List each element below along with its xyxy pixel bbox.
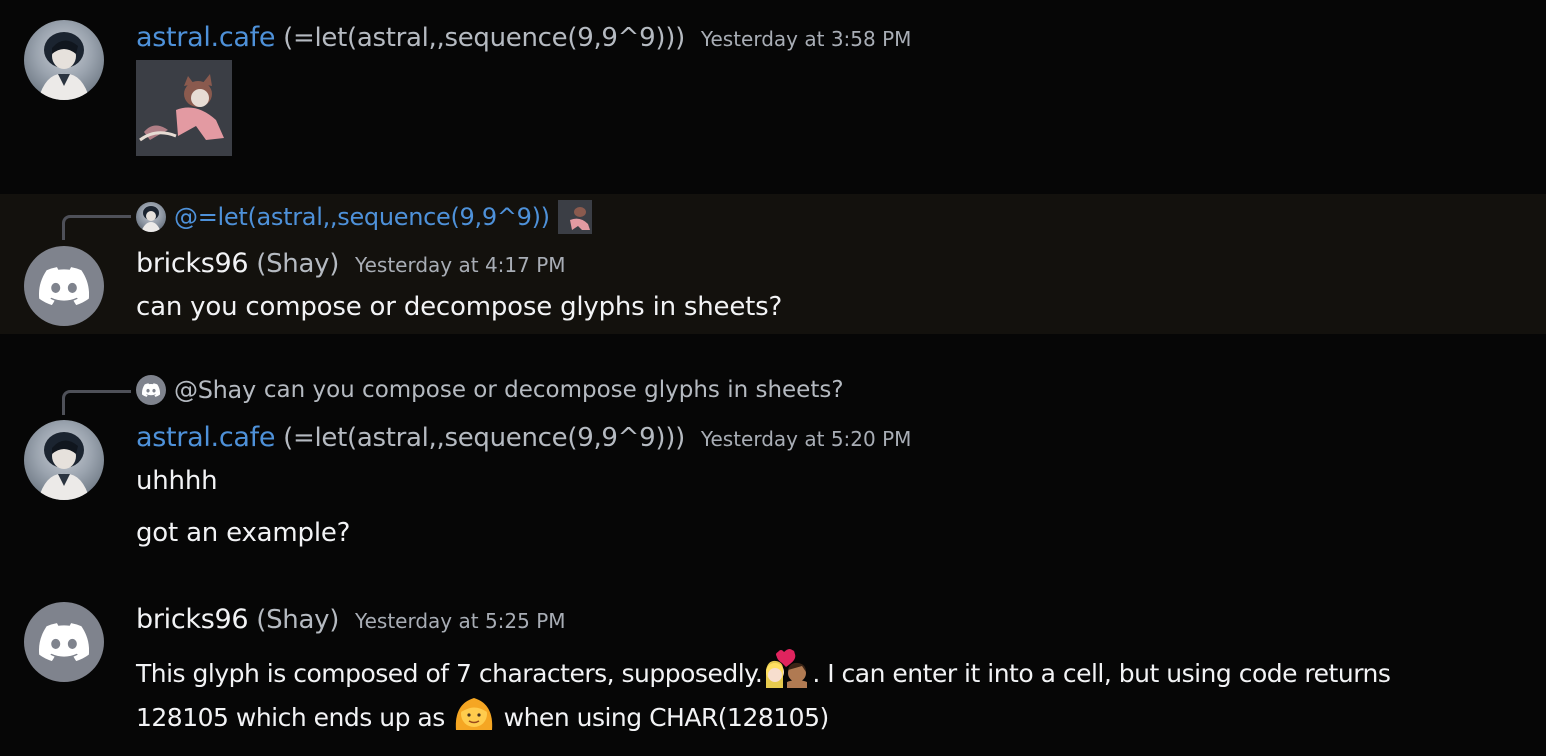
- discord-logo-icon: [39, 267, 89, 305]
- reply-mention[interactable]: @Shay: [174, 376, 256, 404]
- reply-thumbnail-image: [557, 200, 592, 234]
- reply-avatar: [136, 375, 166, 405]
- message-2: @=let(astral,,sequence(9,9^9)) bricks96 …: [0, 194, 1546, 334]
- text-segment: This glyph is composed of 7 characters, …: [136, 659, 763, 688]
- nickname: (=let(astral,,sequence(9,9^9))): [283, 23, 685, 53]
- user-avatar[interactable]: [24, 20, 104, 100]
- discord-logo-icon: [142, 383, 160, 397]
- user-avatar[interactable]: [24, 246, 104, 326]
- message-text: got an example?: [136, 518, 351, 548]
- discord-logo-icon: [39, 623, 89, 661]
- timestamp[interactable]: Yesterday at 4:17 PM: [355, 253, 566, 277]
- username[interactable]: astral.cafe: [136, 422, 275, 453]
- woman-emoji-icon: [452, 692, 496, 738]
- reply-connector: [62, 215, 131, 240]
- reply-connector: [62, 390, 131, 415]
- reply-mention[interactable]: @=let(astral,,sequence(9,9^9)): [174, 203, 550, 231]
- message-3: @Shay can you compose or decompose glyph…: [0, 366, 1546, 556]
- username[interactable]: bricks96: [136, 604, 249, 635]
- timestamp[interactable]: Yesterday at 5:25 PM: [355, 609, 566, 633]
- text-segment: when using CHAR(128105): [503, 703, 830, 732]
- user-avatar[interactable]: [24, 420, 104, 500]
- message-text-line-2: 128105 which ends up as when using CHAR(…: [136, 692, 829, 738]
- message-1: astral.cafe (=let(astral,,sequence(9,9^9…: [0, 0, 1546, 185]
- user-avatar[interactable]: [24, 602, 104, 682]
- reply-preview[interactable]: @=let(astral,,sequence(9,9^9)): [136, 200, 592, 234]
- reply-text: can you compose or decompose glyphs in s…: [263, 377, 844, 403]
- attachment-image[interactable]: [136, 60, 232, 156]
- nickname: (Shay): [256, 605, 340, 635]
- message-text-line-1: This glyph is composed of 7 characters, …: [136, 648, 1391, 694]
- text-segment: . I can enter it into a cell, but using …: [812, 659, 1391, 688]
- nickname: (=let(astral,,sequence(9,9^9))): [283, 423, 685, 453]
- text-segment: 128105 which ends up as: [136, 703, 445, 732]
- username[interactable]: astral.cafe: [136, 22, 275, 53]
- couple-with-heart-emoji-icon: [762, 648, 812, 694]
- message-4: bricks96 (Shay) Yesterday at 5:25 PM Thi…: [0, 590, 1546, 756]
- message-text: can you compose or decompose glyphs in s…: [136, 292, 783, 322]
- reply-avatar: [136, 202, 166, 232]
- message-text: uhhhh: [136, 466, 218, 496]
- nickname: (Shay): [256, 249, 340, 279]
- timestamp[interactable]: Yesterday at 3:58 PM: [701, 27, 912, 51]
- username[interactable]: bricks96: [136, 248, 249, 279]
- timestamp[interactable]: Yesterday at 5:20 PM: [701, 427, 912, 451]
- reply-preview[interactable]: @Shay can you compose or decompose glyph…: [136, 375, 844, 405]
